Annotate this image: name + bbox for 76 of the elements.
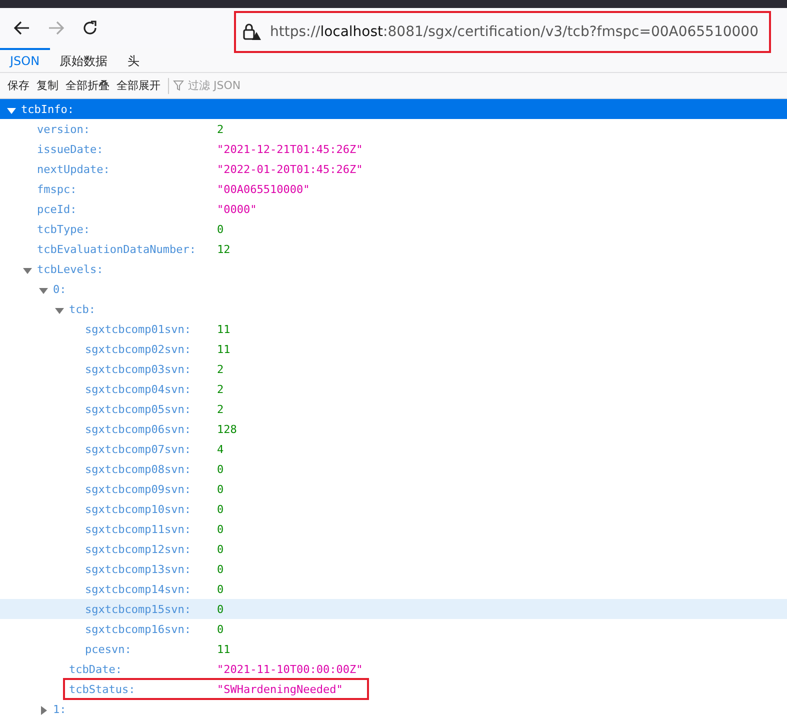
viewer-tab[interactable]: 头: [118, 48, 150, 72]
forward-arrow-icon: [47, 20, 65, 36]
expand-toggle[interactable]: [39, 706, 48, 715]
json-value: "0000": [217, 202, 257, 216]
url-bar[interactable]: https://localhost:8081/sgx/certification/v3/tcb?fmspc=00A065510000: [234, 11, 770, 53]
url-text: https://localhost:8081/sgx/certification/v3/tcb?fmspc=00A065510000: [270, 24, 758, 40]
json-key: sgxtcbcomp10svn:: [85, 502, 191, 516]
expand-toggle[interactable]: [55, 306, 64, 315]
json-key: 0:: [53, 282, 66, 296]
json-key: tcbLevels:: [37, 262, 104, 276]
json-value: "2021-12-21T01:45:26Z": [217, 142, 363, 156]
json-value: 11: [217, 342, 230, 356]
json-key: sgxtcbcomp15svn:: [85, 602, 191, 616]
json-key: sgxtcbcomp13svn:: [85, 562, 191, 576]
json-value: 11: [217, 642, 230, 656]
json-key: sgxtcbcomp04svn:: [85, 382, 191, 396]
json-value: 0: [217, 542, 224, 556]
expand-toggle[interactable]: [39, 286, 48, 295]
viewer-tab[interactable]: 原始数据: [50, 48, 118, 72]
json-value: 0: [217, 502, 224, 516]
filter-field[interactable]: 过滤 JSON: [173, 79, 308, 92]
json-key: fmspc:: [37, 182, 77, 196]
json-value: 2: [217, 362, 224, 376]
json-key: sgxtcbcomp09svn:: [85, 482, 191, 496]
json-value: 4: [217, 442, 224, 456]
json-key: sgxtcbcomp14svn:: [85, 582, 191, 596]
json-value: 2: [217, 402, 224, 416]
json-key: pceId:: [37, 202, 77, 216]
expand-toggle[interactable]: [7, 106, 16, 115]
json-key: tcb:: [69, 302, 96, 316]
json-key: issueDate:: [37, 142, 104, 156]
json-value: 0: [217, 222, 224, 236]
reload-icon: [81, 19, 99, 37]
json-key: version:: [37, 122, 90, 136]
json-value: 0: [217, 582, 224, 596]
json-value: 0: [217, 562, 224, 576]
lock-warning-icon: [242, 22, 262, 42]
json-key: tcbType:: [37, 222, 90, 236]
json-key: sgxtcbcomp08svn:: [85, 462, 191, 476]
expand-toggle[interactable]: [23, 266, 32, 275]
json-value: "2021-11-10T00:00:00Z": [217, 662, 363, 676]
toolbar-button[interactable]: 全部展开: [113, 78, 164, 93]
funnel-icon: [173, 80, 184, 91]
json-key: sgxtcbcomp06svn:: [85, 422, 191, 436]
json-key: tcbDate:: [69, 662, 122, 676]
json-value: 11: [217, 322, 230, 336]
json-value: 12: [217, 242, 230, 256]
json-key: sgxtcbcomp02svn:: [85, 342, 191, 356]
json-key: sgxtcbcomp11svn:: [85, 522, 191, 536]
json-key: 1:: [53, 702, 66, 716]
json-key: nextUpdate:: [37, 162, 110, 176]
json-key: tcbInfo:: [21, 102, 74, 116]
json-key: tcbStatus:: [69, 682, 136, 696]
json-key: sgxtcbcomp05svn:: [85, 402, 191, 416]
json-key: sgxtcbcomp12svn:: [85, 542, 191, 556]
json-value: 0: [217, 462, 224, 476]
json-value: "2022-01-20T01:45:26Z": [217, 162, 363, 176]
json-value: "SWHardeningNeeded": [217, 682, 343, 696]
json-key: sgxtcbcomp03svn:: [85, 362, 191, 376]
back-arrow-icon: [13, 20, 31, 36]
json-key: sgxtcbcomp16svn:: [85, 622, 191, 636]
json-key: sgxtcbcomp07svn:: [85, 442, 191, 456]
json-value: 2: [217, 122, 224, 136]
json-key: pcesvn:: [85, 642, 132, 656]
json-value: "00A065510000": [217, 182, 310, 196]
json-value: 0: [217, 482, 224, 496]
json-value: 0: [217, 622, 224, 636]
json-value: 128: [217, 422, 237, 436]
toolbar-button[interactable]: 保存: [4, 78, 33, 93]
json-key: sgxtcbcomp01svn:: [85, 322, 191, 336]
json-value: 0: [217, 602, 224, 616]
toolbar-button[interactable]: 复制: [33, 78, 62, 93]
toolbar-button[interactable]: 全部折叠: [62, 78, 113, 93]
json-value: 0: [217, 522, 224, 536]
json-value: 2: [217, 382, 224, 396]
json-key: tcbEvaluationDataNumber:: [37, 242, 196, 256]
